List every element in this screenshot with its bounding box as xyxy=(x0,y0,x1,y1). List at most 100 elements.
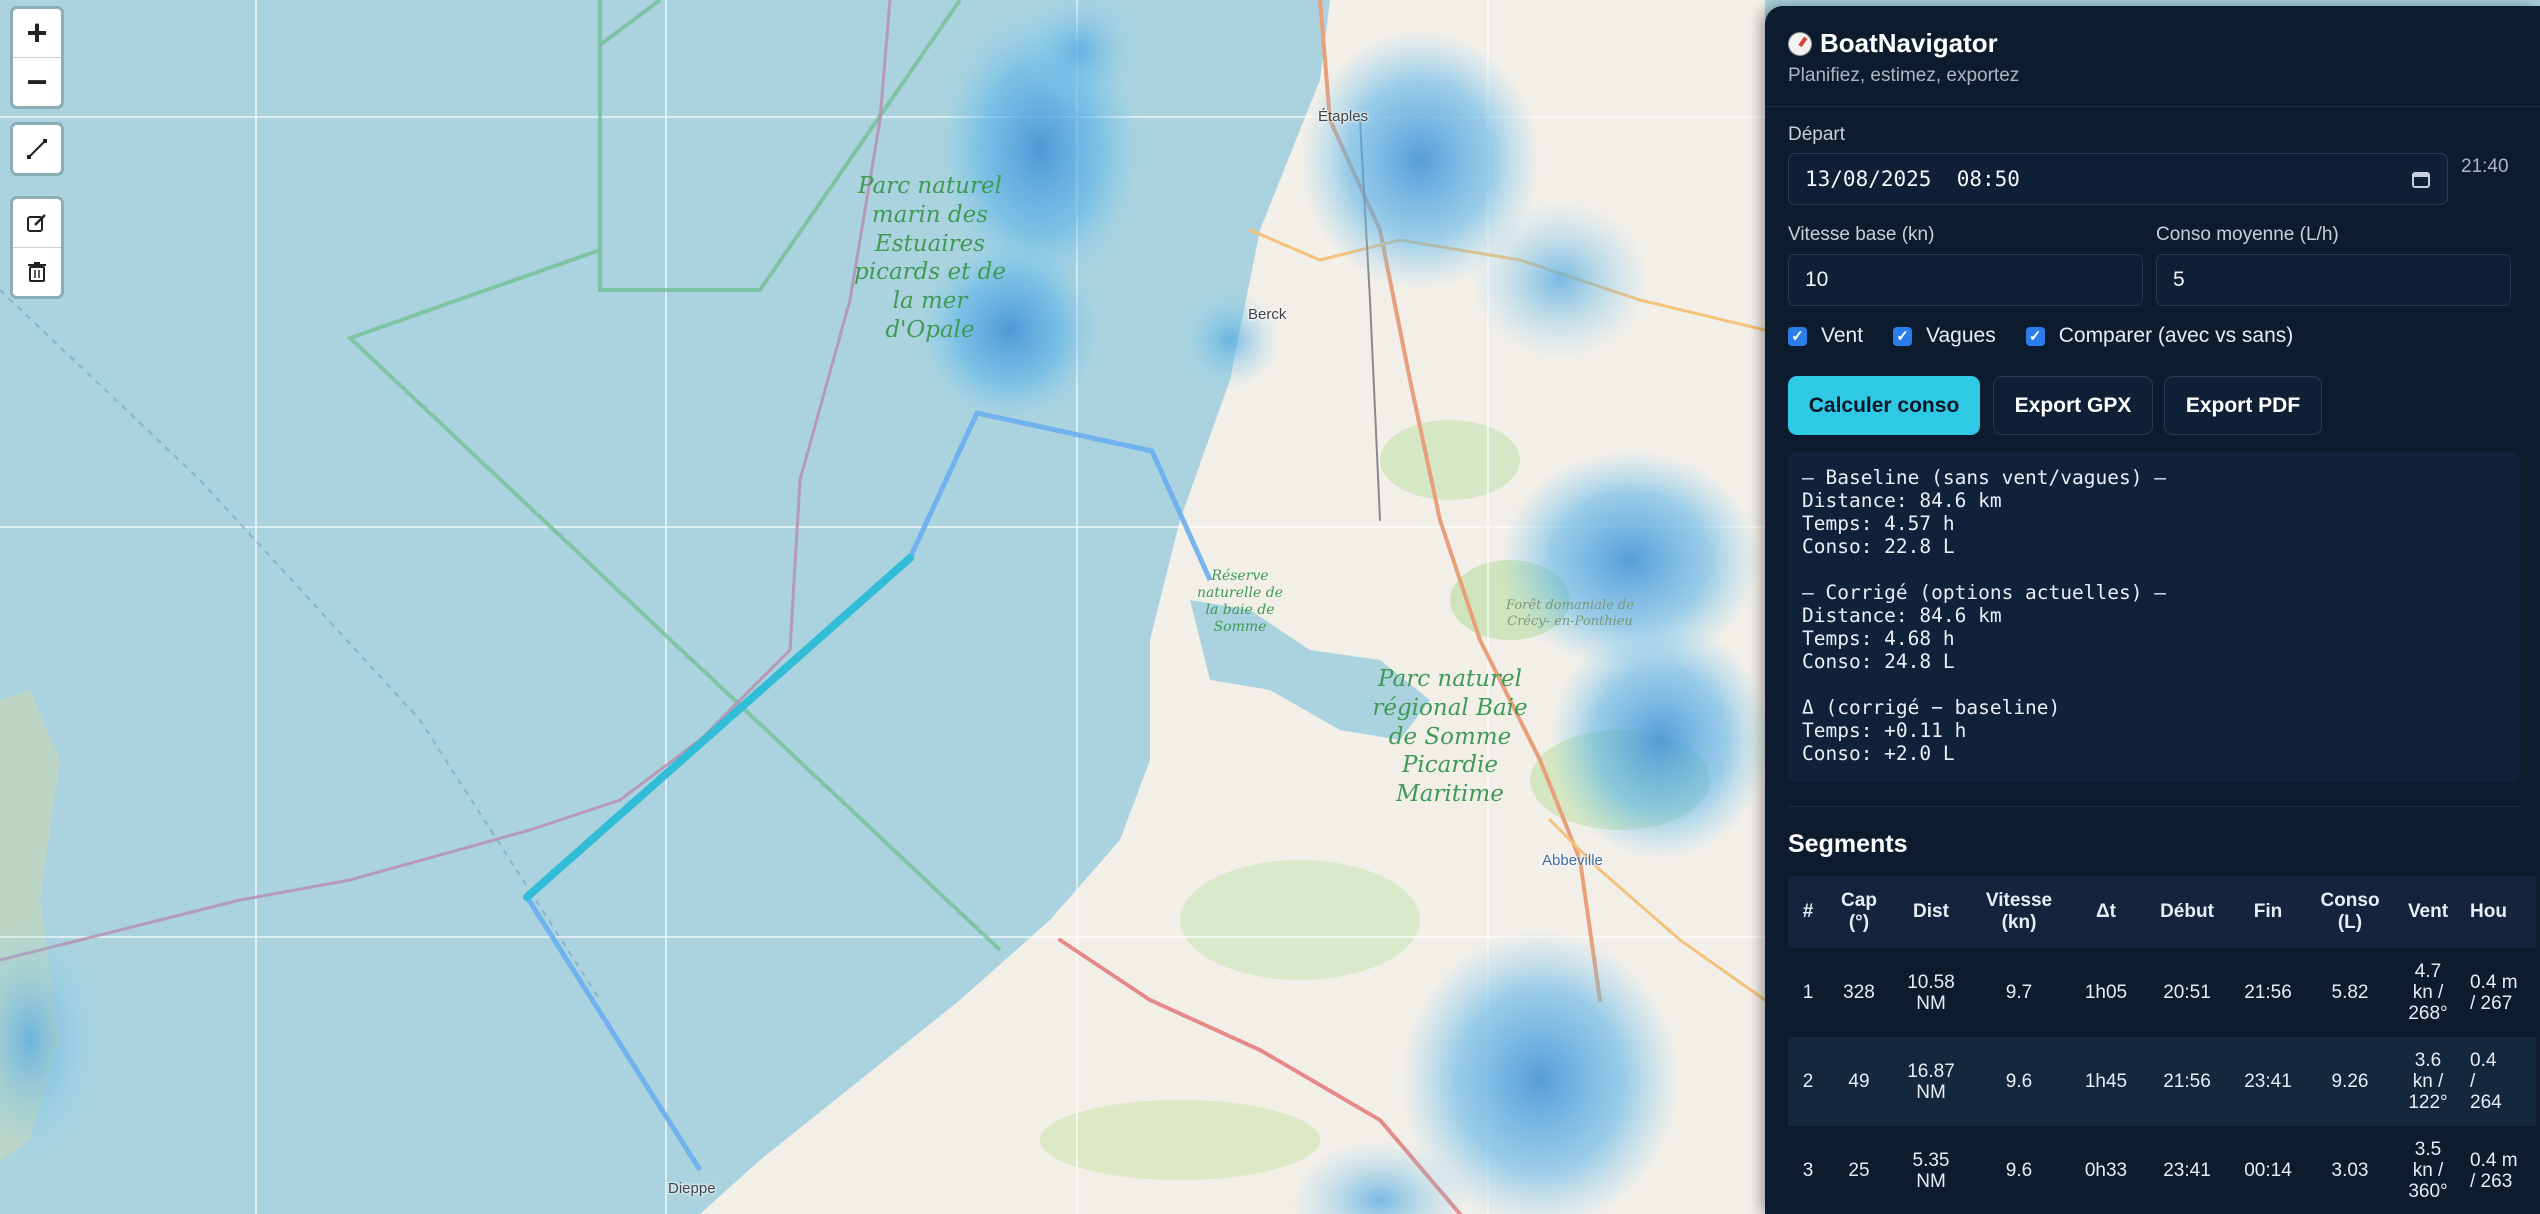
measure-line-button[interactable] xyxy=(13,125,61,173)
options-row: ✓ Vent ✓ Vagues ✓ Comparer (avec vs sans… xyxy=(1788,324,2293,348)
table-header-row: # Cap (°) Dist Vitesse (kn) Δt Début Fin… xyxy=(1788,876,2536,948)
speed-label: Vitesse base (kn) xyxy=(1788,224,1935,245)
export-pdf-button[interactable]: Export PDF xyxy=(2164,376,2322,435)
place-label-abbeville: Abbeville xyxy=(1542,852,1603,869)
measure-control xyxy=(10,122,64,176)
area-label-foret: Forêt domaniale de Crécy- en-Ponthieu xyxy=(1506,598,1634,629)
cell-houle: 0.4 m / 267 xyxy=(2464,948,2536,1037)
col-header-vitesse: Vitesse (kn) xyxy=(1972,876,2066,948)
cell-cap: 49 xyxy=(1828,1037,1890,1126)
col-header-delta-t: Δt xyxy=(2066,876,2146,948)
depart-datetime-input[interactable]: 13/08/2025 08:50 xyxy=(1788,153,2448,205)
results-line: Conso: 24.8 L xyxy=(1802,650,1955,673)
speed-input[interactable]: 10 xyxy=(1788,254,2143,306)
results-line: Temps: +0.11 h xyxy=(1802,719,1967,742)
cell-vent: 3.5 kn / 360° xyxy=(2392,1126,2464,1214)
calendar-icon[interactable] xyxy=(2411,169,2431,189)
segments-table: # Cap (°) Dist Vitesse (kn) Δt Début Fin… xyxy=(1788,876,2536,1214)
option-label-vagues: Vagues xyxy=(1926,324,1996,347)
results-line: Conso: +2.0 L xyxy=(1802,742,1955,765)
compass-icon xyxy=(1788,31,1812,56)
edit-icon xyxy=(27,214,46,232)
place-label-berck: Berck xyxy=(1248,306,1287,323)
table-row[interactable]: 3 25 5.35 NM 9.6 0h33 23:41 00:14 3.03 3… xyxy=(1788,1126,2536,1214)
zoom-out-button[interactable]: − xyxy=(13,58,61,106)
results-line xyxy=(1802,558,2506,581)
cell-conso: 3.03 xyxy=(2308,1126,2392,1214)
conso-input[interactable]: 5 xyxy=(2156,254,2511,306)
cell-dist: 5.35 NM xyxy=(1890,1126,1972,1214)
export-gpx-button[interactable]: Export GPX xyxy=(1993,376,2153,435)
results-line: Δ (corrigé − baseline) xyxy=(1802,696,2061,719)
option-label-vent: Vent xyxy=(1821,324,1864,347)
place-label-etaples: Étaples xyxy=(1318,108,1369,125)
option-label-comparer: Comparer (avec vs sans) xyxy=(2058,324,2294,347)
cell-cap: 25 xyxy=(1828,1126,1890,1214)
app-title-text: BoatNavigator xyxy=(1820,28,1998,58)
checkbox-vagues[interactable]: ✓ xyxy=(1893,326,1913,346)
cell-debut: 21:56 xyxy=(2146,1037,2228,1126)
area-label-reserve: Réserve naturelle de la baie de Somme xyxy=(1197,568,1283,635)
results-line: — Corrigé (options actuelles) — xyxy=(1802,581,2166,604)
active-segment-line xyxy=(523,554,914,901)
delete-layers-button[interactable] xyxy=(13,248,61,296)
cell-fin: 00:14 xyxy=(2228,1126,2308,1214)
cell-vitesse: 9.6 xyxy=(1972,1037,2066,1126)
cell-delta-t: 0h33 xyxy=(2066,1126,2146,1214)
cell-fin: 23:41 xyxy=(2228,1037,2308,1126)
cell-vent: 4.7 kn / 268° xyxy=(2392,948,2464,1037)
cell-debut: 23:41 xyxy=(2146,1126,2228,1214)
edit-layers-button[interactable] xyxy=(13,199,61,248)
compute-conso-button[interactable]: Calculer conso xyxy=(1788,376,1980,435)
results-line: Distance: 84.6 km xyxy=(1802,489,2002,512)
speed-value: 10 xyxy=(1805,268,1829,291)
panel-header: BoatNavigator Planifiez, estimez, export… xyxy=(1765,6,2540,107)
col-header-vent: Vent xyxy=(2392,876,2464,948)
results-line: — Baseline (sans vent/vagues) — xyxy=(1802,466,2166,489)
conso-label: Conso moyenne (L/h) xyxy=(2156,224,2339,245)
cell-dist: 10.58 NM xyxy=(1890,948,1972,1037)
app-title: BoatNavigator xyxy=(1788,28,2517,59)
area-label-parc-regional: Parc naturel régional Baie de Somme Pica… xyxy=(1372,666,1528,807)
zoom-control: + − xyxy=(10,6,64,109)
depart-datetime-value: 13/08/2025 08:50 xyxy=(1805,167,2020,191)
table-row[interactable]: 1 328 10.58 NM 9.7 1h05 20:51 21:56 5.82… xyxy=(1788,948,2536,1037)
cell-cap: 328 xyxy=(1828,948,1890,1037)
results-output: — Baseline (sans vent/vagues) — Distance:… xyxy=(1788,452,2520,782)
cell-dist: 16.87 NM xyxy=(1890,1037,1972,1126)
divider xyxy=(1788,806,2520,807)
cell-debut: 20:51 xyxy=(2146,948,2228,1037)
segments-title: Segments xyxy=(1788,830,1908,858)
time-badge: 21:40 xyxy=(2461,156,2509,177)
depart-label: Départ xyxy=(1788,124,1846,145)
cell-houle: 0.4 / 264 xyxy=(2464,1037,2536,1126)
checkbox-comparer[interactable]: ✓ xyxy=(2025,326,2045,346)
cell-index: 2 xyxy=(1788,1037,1828,1126)
cell-conso: 5.82 xyxy=(2308,948,2392,1037)
zoom-in-button[interactable]: + xyxy=(13,9,61,58)
side-panel: BoatNavigator Planifiez, estimez, export… xyxy=(1765,6,2540,1214)
col-header-dist: Dist xyxy=(1890,876,1972,948)
place-label-dieppe: Dieppe xyxy=(668,1180,716,1197)
cell-houle: 0.4 m / 263 xyxy=(2464,1126,2536,1214)
edit-control xyxy=(10,196,64,299)
trash-icon xyxy=(28,262,46,282)
results-line: Distance: 84.6 km xyxy=(1802,604,2002,627)
col-header-houle: Hou xyxy=(2464,876,2536,948)
polyline-draw-icon xyxy=(27,139,47,159)
conso-value: 5 xyxy=(2173,268,2185,291)
col-header-conso: Conso (L) xyxy=(2308,876,2392,948)
cell-vent: 3.6 kn / 122° xyxy=(2392,1037,2464,1126)
col-header-index: # xyxy=(1788,876,1828,948)
results-line xyxy=(1802,673,2506,696)
col-header-debut: Début xyxy=(2146,876,2228,948)
results-line: Conso: 22.8 L xyxy=(1802,535,1955,558)
cell-index: 1 xyxy=(1788,948,1828,1037)
table-row[interactable]: 2 49 16.87 NM 9.6 1h45 21:56 23:41 9.26 … xyxy=(1788,1037,2536,1126)
cell-index: 3 xyxy=(1788,1126,1828,1214)
app-subtitle: Planifiez, estimez, exportez xyxy=(1788,65,2020,86)
cell-vitesse: 9.7 xyxy=(1972,948,2066,1037)
checkbox-vent[interactable]: ✓ xyxy=(1788,326,1807,346)
results-line: Temps: 4.68 h xyxy=(1802,627,1955,650)
cell-conso: 9.26 xyxy=(2308,1037,2392,1126)
